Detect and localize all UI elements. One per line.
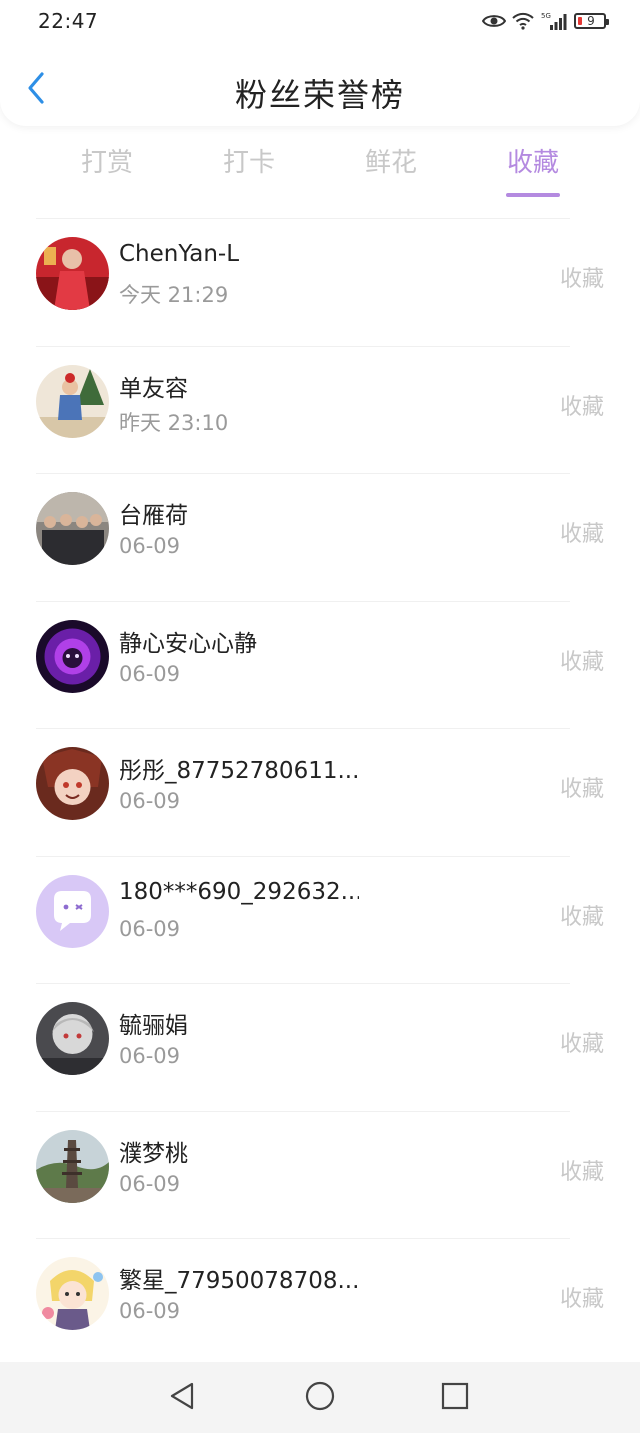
list-item[interactable]: 濮梦桃 06-09 收藏 [0,1112,640,1239]
status-bar: 22:47 5G 9 [0,0,640,44]
fan-list: ChenYan-L 今天 21:29 收藏 单友容 昨天 23:10 收藏 台雁… [0,219,640,1367]
fan-name: 静心安心心静 [119,630,257,657]
active-tab-indicator [506,193,560,197]
tab-favorites[interactable]: 收藏 [462,138,604,202]
tab-label: 打赏 [80,148,133,178]
header: 22:47 5G 9 粉丝荣誉榜 [0,0,640,126]
system-home-button[interactable] [304,1381,336,1415]
avatar[interactable] [36,619,109,693]
battery-icon: 9 [574,13,609,29]
circle-home-icon [305,1381,335,1415]
avatar[interactable] [36,874,109,948]
fan-time: 06-09 [119,534,181,558]
favorite-action[interactable]: 收藏 [560,1281,604,1313]
fan-name: 台雁荷 [119,503,188,529]
favorite-action[interactable]: 收藏 [560,1154,604,1186]
fan-name: 毓骊娟 [119,1013,188,1039]
fan-time: 06-09 [119,789,181,813]
avatar[interactable] [36,1257,109,1330]
tab-tip[interactable]: 打赏 [36,138,178,202]
eye-icon [482,13,506,29]
avatar[interactable] [36,237,109,310]
tab-label: 鲜花 [364,148,417,178]
list-item[interactable]: 毓骊娟 06-09 收藏 [0,984,640,1112]
fan-name: 单友容 [119,375,188,402]
avatar[interactable] [36,492,109,565]
fan-time: 06-09 [119,1171,181,1196]
favorite-action[interactable]: 收藏 [560,1026,604,1058]
fan-name: 彤彤_87752780611... [119,758,359,784]
fan-time: 06-09 [119,1299,181,1323]
wifi-icon [512,12,534,30]
tab-checkin[interactable]: 打卡 [178,138,320,202]
svg-text:5G: 5G [541,12,551,20]
nav-bar: 粉丝荣誉榜 [0,56,640,126]
list-item[interactable]: 静心安心心静 06-09 收藏 [0,602,640,729]
favorite-action[interactable]: 收藏 [560,516,604,548]
favorite-action[interactable]: 收藏 [560,644,604,676]
system-back-button[interactable] [166,1382,198,1414]
fan-name: 濮梦桃 [119,1140,188,1167]
tab-bar: 打赏 打卡 鲜花 收藏 [36,138,604,202]
fan-time: 今天 21:29 [119,283,229,307]
list-item[interactable]: 180***690_292632... 06-09 收藏 [0,857,640,984]
fan-name: 180***690_292632... [119,878,359,905]
tab-label: 收藏 [506,148,559,178]
favorite-action[interactable]: 收藏 [560,389,604,421]
list-item[interactable]: ChenYan-L 今天 21:29 收藏 [0,219,640,347]
fan-time: 06-09 [119,916,181,941]
tab-label: 打卡 [222,148,275,178]
status-time: 22:47 [38,9,99,33]
signal-icon: 5G [540,11,568,31]
system-nav-bar [0,1362,640,1433]
status-icons: 5G 9 [482,10,609,32]
avatar[interactable] [36,1129,109,1203]
fan-time: 06-09 [119,661,181,686]
fan-name: 繁星_77950078708... [119,1268,359,1294]
fan-name: ChenYan-L [119,241,240,267]
page-title: 粉丝荣誉榜 [234,76,405,114]
app-screen: 22:47 5G 9 粉丝荣誉榜 打赏 打卡 鲜花 收藏 ChenYan-L 今… [0,0,640,1433]
square-recents-icon [441,1382,469,1414]
fan-time: 06-09 [119,1044,181,1068]
avatar[interactable] [36,1002,109,1075]
tab-flowers[interactable]: 鲜花 [320,138,462,202]
favorite-action[interactable]: 收藏 [560,899,604,931]
favorite-action[interactable]: 收藏 [560,771,604,803]
avatar[interactable] [36,747,109,820]
list-item[interactable]: 繁星_77950078708... 06-09 收藏 [0,1239,640,1367]
list-item[interactable]: 单友容 昨天 23:10 收藏 [0,347,640,474]
favorite-action[interactable]: 收藏 [560,261,604,293]
triangle-back-icon [168,1381,196,1415]
system-recents-button[interactable] [439,1382,471,1414]
avatar[interactable] [36,364,109,438]
fan-time: 昨天 23:10 [119,410,229,435]
list-item[interactable]: 台雁荷 06-09 收藏 [0,474,640,602]
list-item[interactable]: 彤彤_87752780611... 06-09 收藏 [0,729,640,857]
